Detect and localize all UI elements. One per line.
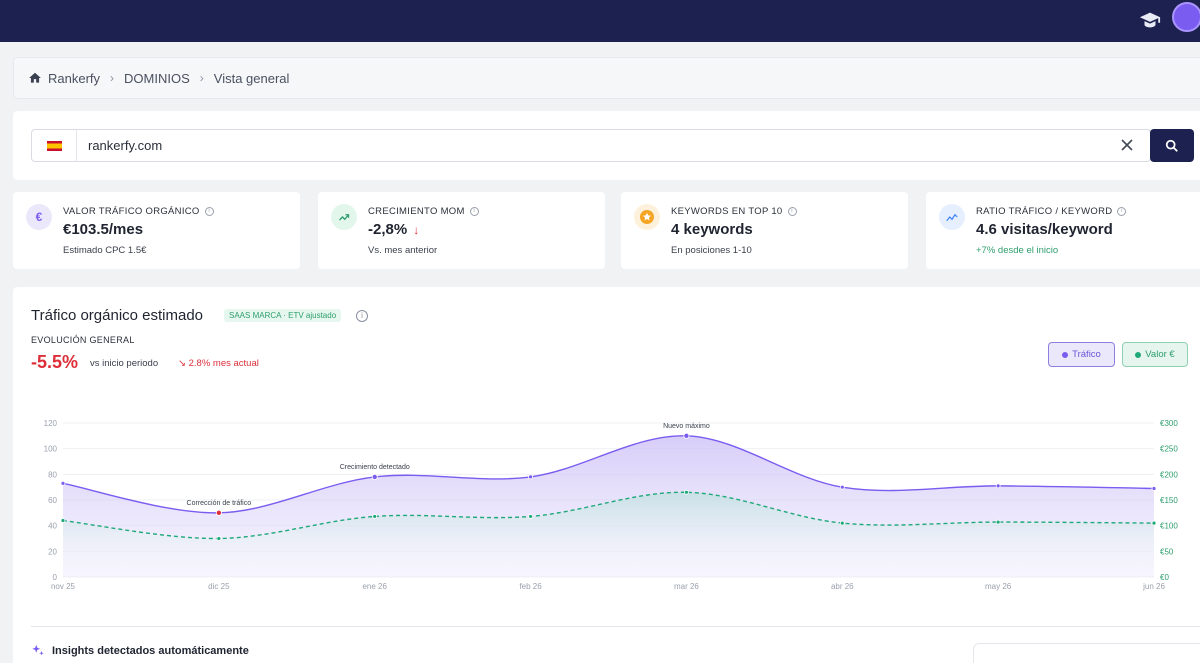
y-right-tick-label: €250 [1160,445,1178,454]
card-top10-keywords: KEYWORDS EN TOP 10 i 4 keywords En posici… [621,192,908,269]
traffic-point [995,483,1001,489]
x-tick-label: jun 26 [1142,582,1165,591]
x-tick-label: feb 26 [519,582,542,591]
y-left-tick-label: 0 [53,573,58,582]
domain-search-input[interactable]: rankerfy.com [31,129,1151,162]
value-point [372,514,378,519]
insights-header: Insights detectados automáticamente [31,644,249,658]
card-subtext: +7% desde el inicio [976,245,1059,256]
traffic-point [683,432,690,439]
card-subtext: En posiciones 1-10 [671,245,752,256]
card-mom-growth: CRECIMIENTO MOM i -2,8% ↓ Vs. mes anterior [318,192,605,269]
chevron-right-icon: › [199,71,204,85]
home-icon[interactable] [28,71,42,85]
trending-up-icon [331,204,357,230]
card-value: 4 keywords [671,221,753,238]
x-tick-label: dic 25 [208,582,230,591]
traffic-chart[interactable]: 0 20 40 60 80 100 120 €0 €50 €100 €150 €200 €250 €300… [13,287,1200,617]
card-label: KEYWORDS EN TOP 10 [671,206,783,217]
divider [31,626,1200,627]
top-bar [0,0,1200,42]
y-left-tick-label: 80 [48,470,57,479]
card-label: RATIO TRÁFICO / KEYWORD [976,206,1113,217]
chevron-right-icon: › [110,71,115,85]
traffic-point [60,480,66,486]
card-value: €103.5/mes [63,221,144,238]
value-point [684,489,689,495]
sparkles-icon [32,644,44,656]
card-label: VALOR TRÁFICO ORGÁNICO [63,206,200,217]
info-icon[interactable]: i [787,207,797,216]
breadcrumb-item-root[interactable]: Rankerfy [48,71,100,86]
card-label: CRECIMIENTO MOM [368,206,465,217]
y-right-tick-label: €50 [1160,547,1174,556]
insights-title: Insights detectados automáticamente [52,645,249,657]
card-organic-value: € VALOR TRÁFICO ORGÁNICO i €103.5/mes Est… [13,192,300,269]
card-traffic-ratio: RATIO TRÁFICO / KEYWORD i 4.6 visitas/key… [926,192,1200,269]
close-icon[interactable] [1119,137,1135,153]
x-tick-label: ene 26 [362,582,387,591]
spain-flag-icon[interactable] [47,141,62,151]
x-tick-label: abr 26 [831,582,854,591]
search-input-value[interactable]: rankerfy.com [88,138,162,153]
value-point [1151,520,1157,526]
chart-annotation: Nuevo máximo [663,423,710,430]
info-icon[interactable]: i [1117,207,1127,216]
traffic-point [528,474,533,480]
x-tick-label: nov 25 [51,582,76,591]
breadcrumb: Rankerfy › DOMINIOS › Vista general [13,57,1200,99]
traffic-point [1151,486,1157,491]
chart-annotation: Crecimiento detectado [340,464,410,471]
trend-chart-icon [939,204,965,230]
y-right-tick-label: €100 [1160,522,1178,531]
star-icon [634,204,660,230]
y-right-tick-label: €300 [1160,419,1178,428]
y-left-tick-label: 120 [44,419,58,428]
breadcrumb-item-current: Vista general [213,70,290,86]
traffic-point [215,509,222,516]
app-logo[interactable] [1172,2,1200,32]
value-point [60,518,66,523]
card-value: 4.6 visitas/keyword [976,221,1113,238]
card-subtext: Vs. mes anterior [368,245,438,256]
organic-traffic-panel: Tráfico orgánico estimado SAAS MARCA · E… [13,287,1200,663]
search-panel: rankerfy.com [13,111,1200,180]
euro-icon: € [26,204,52,230]
value-point [216,536,222,541]
insight-card[interactable] [973,643,1200,663]
y-left-tick-label: 60 [48,496,57,505]
y-left-tick-label: 20 [48,547,57,556]
x-tick-label: may 26 [985,582,1012,591]
info-icon[interactable]: i [204,207,214,216]
traffic-point [839,484,845,490]
search-button[interactable] [1150,129,1194,162]
value-point [995,519,1001,525]
breadcrumb-item-dominios[interactable]: DOMINIOS [124,71,190,86]
y-right-tick-label: €0 [1160,573,1169,582]
value-point [839,520,845,526]
chart-annotation: Corrección de tráfico [187,500,252,507]
card-subtext: Estimado CPC 1.5€ [63,245,147,256]
value-point [528,514,533,519]
info-icon[interactable]: i [469,207,479,216]
traffic-point [371,473,378,480]
divider [76,130,77,161]
y-left-tick-label: 100 [44,445,58,454]
search-icon [1165,139,1178,152]
x-tick-label: mar 26 [674,582,699,591]
y-right-tick-label: €150 [1160,496,1178,505]
graduation-cap-icon[interactable] [1139,9,1161,31]
arrow-down-icon: ↓ [413,222,420,237]
card-value: -2,8% [368,221,408,238]
y-right-tick-label: €200 [1160,470,1178,479]
y-left-tick-label: 40 [48,522,57,531]
